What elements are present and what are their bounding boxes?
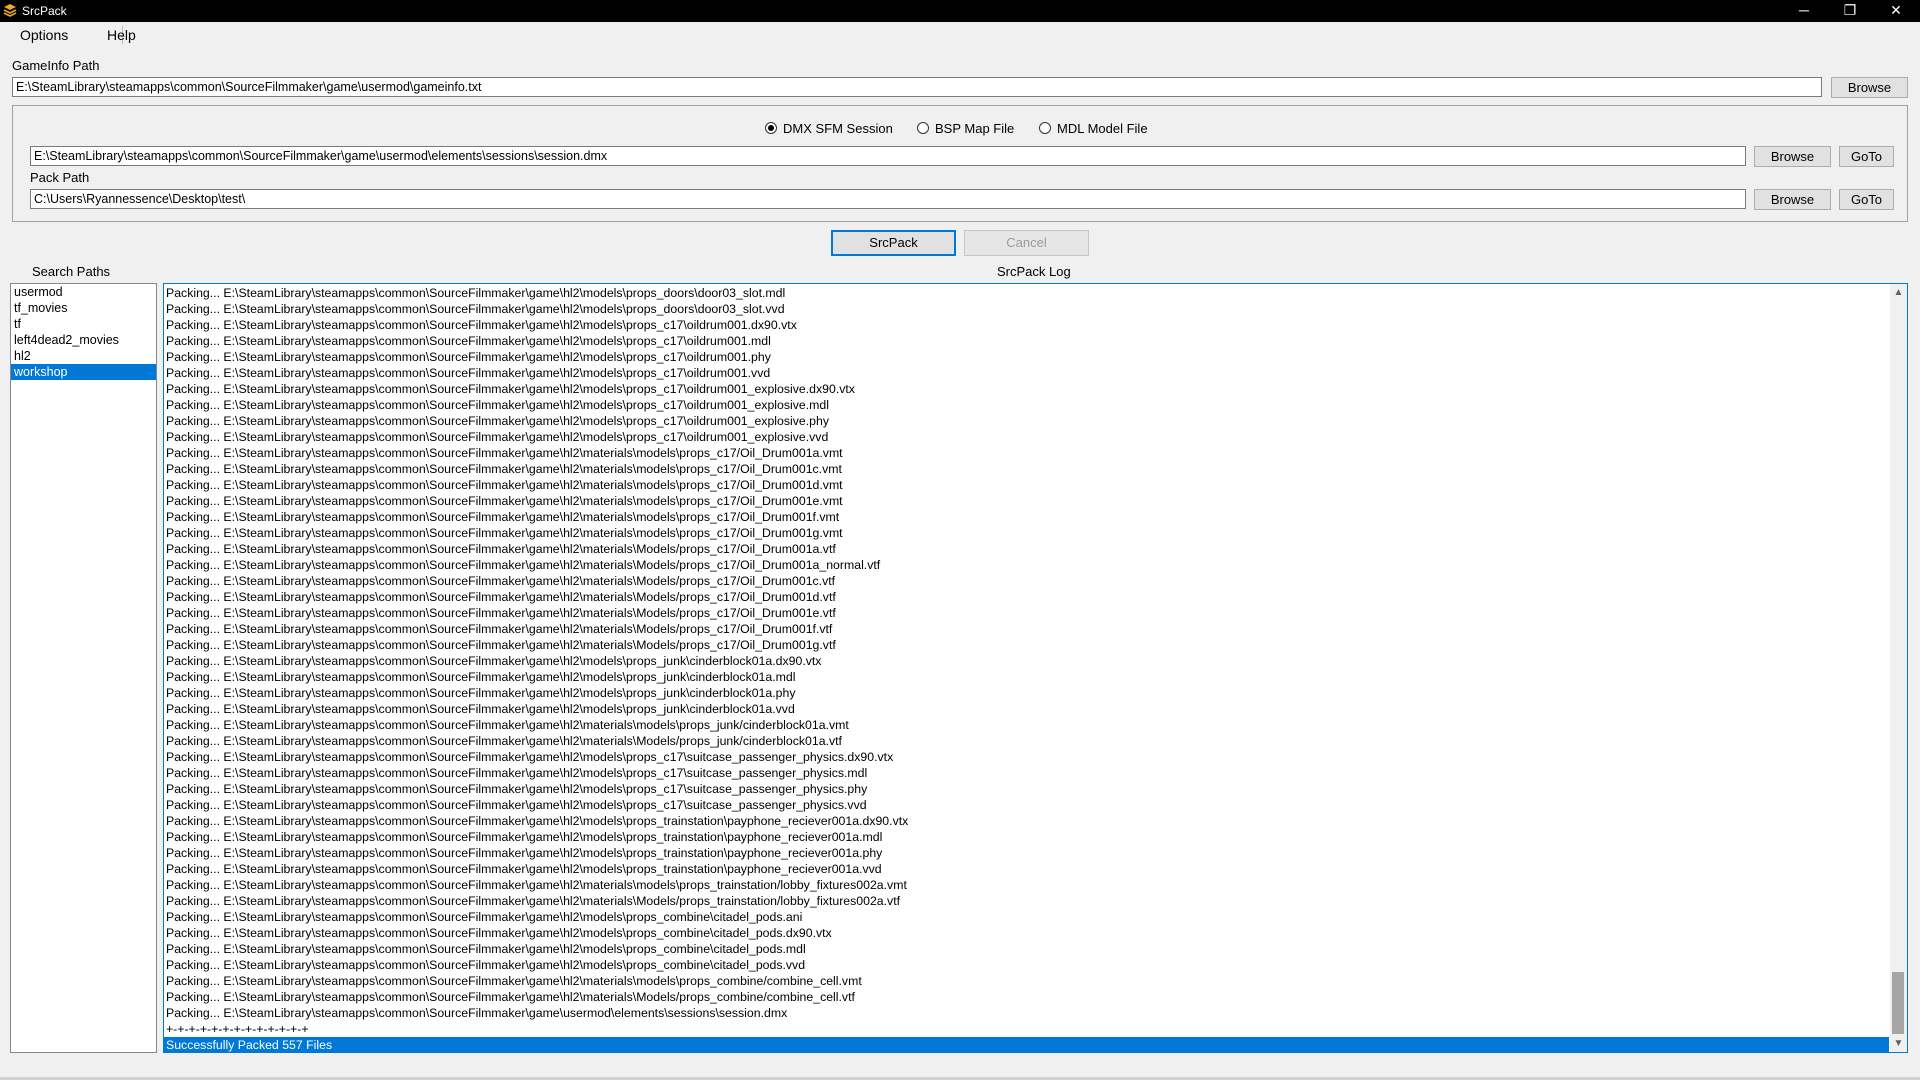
log-row[interactable]: Packing... E:\SteamLibrary\steamapps\com… (164, 893, 1889, 909)
radio-indicator (1039, 122, 1051, 134)
log-row[interactable]: Packing... E:\SteamLibrary\steamapps\com… (164, 957, 1889, 973)
radio-label: DMX SFM Session (783, 121, 893, 136)
log-row[interactable]: Packing... E:\SteamLibrary\steamapps\com… (164, 733, 1889, 749)
log-row[interactable]: Packing... E:\SteamLibrary\steamapps\com… (164, 461, 1889, 477)
cancel-button[interactable]: Cancel (964, 230, 1089, 256)
log-row[interactable]: Packing... E:\SteamLibrary\steamapps\com… (164, 285, 1889, 301)
log-row[interactable]: Packing... E:\SteamLibrary\steamapps\com… (164, 813, 1889, 829)
log-row[interactable]: Packing... E:\SteamLibrary\steamapps\com… (164, 621, 1889, 637)
search-paths-label: Search Paths (32, 264, 111, 279)
pack-path-field[interactable]: C:\Users\Ryannessence\Desktop\test\ (30, 189, 1746, 209)
log-row[interactable]: Packing... E:\SteamLibrary\steamapps\com… (164, 717, 1889, 733)
log-row[interactable]: Packing... E:\SteamLibrary\steamapps\com… (164, 413, 1889, 429)
log-row[interactable]: Packing... E:\SteamLibrary\steamapps\com… (164, 605, 1889, 621)
log-row[interactable]: Packing... E:\SteamLibrary\steamapps\com… (164, 685, 1889, 701)
log-row[interactable]: Packing... E:\SteamLibrary\steamapps\com… (164, 397, 1889, 413)
log-row[interactable]: Packing... E:\SteamLibrary\steamapps\com… (164, 861, 1889, 877)
log-row[interactable]: Packing... E:\SteamLibrary\steamapps\com… (164, 1005, 1889, 1021)
gameinfo-browse-button[interactable]: Browse (1831, 77, 1908, 98)
pack-path-label: Pack Path (30, 170, 90, 185)
window-title: SrcPack (22, 4, 67, 18)
gameinfo-path-field[interactable]: E:\SteamLibrary\steamapps\common\SourceF… (12, 77, 1822, 97)
log-row[interactable]: Packing... E:\SteamLibrary\steamapps\com… (164, 781, 1889, 797)
log-row[interactable]: Packing... E:\SteamLibrary\steamapps\com… (164, 701, 1889, 717)
log-row[interactable]: Packing... E:\SteamLibrary\steamapps\com… (164, 429, 1889, 445)
radio-indicator (917, 122, 929, 134)
log-row[interactable]: Packing... E:\SteamLibrary\steamapps\com… (164, 877, 1889, 893)
log-row[interactable]: Packing... E:\SteamLibrary\steamapps\com… (164, 557, 1889, 573)
search-paths-list[interactable]: usermod tf_movies tf left4dead2_movies h… (10, 283, 157, 1053)
log-row[interactable]: Packing... E:\SteamLibrary\steamapps\com… (164, 525, 1889, 541)
log-row[interactable]: Packing... E:\SteamLibrary\steamapps\com… (164, 573, 1889, 589)
log-row[interactable]: Packing... E:\SteamLibrary\steamapps\com… (164, 637, 1889, 653)
scroll-thumb[interactable] (1892, 972, 1904, 1034)
log-row[interactable]: Packing... E:\SteamLibrary\steamapps\com… (164, 317, 1889, 333)
list-item[interactable]: usermod (11, 284, 156, 300)
log-row[interactable]: Packing... E:\SteamLibrary\steamapps\com… (164, 509, 1889, 525)
log-scrollbar[interactable]: ▲ ▼ (1890, 284, 1907, 1052)
title-bar: SrcPack ─ ❐ ✕ (0, 0, 1920, 22)
log-row[interactable]: Packing... E:\SteamLibrary\steamapps\com… (164, 445, 1889, 461)
srcpack-stack-icon (3, 4, 17, 17)
log-row[interactable]: Packing... E:\SteamLibrary\steamapps\com… (164, 797, 1889, 813)
log-row[interactable]: Packing... E:\SteamLibrary\steamapps\com… (164, 365, 1889, 381)
log-row[interactable]: Packing... E:\SteamLibrary\steamapps\com… (164, 973, 1889, 989)
log-row[interactable]: +-+-+-+-+-+-+-+-+-+-+-+-+ (164, 1021, 1889, 1037)
log-row-selected[interactable]: Successfully Packed 557 Files (164, 1037, 1889, 1052)
radio-indicator-checked (765, 122, 777, 134)
list-item[interactable]: tf_movies (11, 300, 156, 316)
menu-help[interactable]: Help (107, 27, 136, 43)
list-item[interactable]: hl2 (11, 348, 156, 364)
log-row[interactable]: Packing... E:\SteamLibrary\steamapps\com… (164, 541, 1889, 557)
log-row[interactable]: Packing... E:\SteamLibrary\steamapps\com… (164, 765, 1889, 781)
menu-options[interactable]: Options (20, 27, 68, 43)
srcpack-log-list[interactable]: Packing... E:\SteamLibrary\steamapps\com… (163, 283, 1908, 1053)
list-item-selected[interactable]: workshop (11, 364, 156, 380)
minimize-button[interactable]: ─ (1781, 0, 1827, 22)
srcpack-button[interactable]: SrcPack (831, 230, 956, 256)
restore-button[interactable]: ❐ (1827, 0, 1873, 22)
log-lines: Packing... E:\SteamLibrary\steamapps\com… (164, 285, 1889, 1052)
log-row[interactable]: Packing... E:\SteamLibrary\steamapps\com… (164, 941, 1889, 957)
pack-browse-button[interactable]: Browse (1754, 189, 1831, 210)
radio-label: BSP Map File (935, 121, 1015, 136)
log-row[interactable]: Packing... E:\SteamLibrary\steamapps\com… (164, 589, 1889, 605)
log-row[interactable]: Packing... E:\SteamLibrary\steamapps\com… (164, 349, 1889, 365)
list-item[interactable]: tf (11, 316, 156, 332)
log-row[interactable]: Packing... E:\SteamLibrary\steamapps\com… (164, 653, 1889, 669)
gameinfo-path-label: GameInfo Path (12, 58, 100, 73)
log-row[interactable]: Packing... E:\SteamLibrary\steamapps\com… (164, 749, 1889, 765)
log-row[interactable]: Packing... E:\SteamLibrary\steamapps\com… (164, 909, 1889, 925)
log-row[interactable]: Packing... E:\SteamLibrary\steamapps\com… (164, 333, 1889, 349)
log-row[interactable]: Packing... E:\SteamLibrary\steamapps\com… (164, 669, 1889, 685)
log-row[interactable]: Packing... E:\SteamLibrary\steamapps\com… (164, 493, 1889, 509)
log-row[interactable]: Packing... E:\SteamLibrary\steamapps\com… (164, 477, 1889, 493)
pack-goto-button[interactable]: GoTo (1839, 189, 1894, 210)
log-row[interactable]: Packing... E:\SteamLibrary\steamapps\com… (164, 989, 1889, 1005)
radio-label: MDL Model File (1057, 121, 1148, 136)
log-row[interactable]: Packing... E:\SteamLibrary\steamapps\com… (164, 829, 1889, 845)
chevron-down-icon[interactable]: ▼ (1890, 1035, 1907, 1052)
menu-bar: Options Help (0, 22, 1920, 48)
log-row[interactable]: Packing... E:\SteamLibrary\steamapps\com… (164, 925, 1889, 941)
source-browse-button[interactable]: Browse (1754, 146, 1831, 167)
list-item[interactable]: left4dead2_movies (11, 332, 156, 348)
close-button[interactable]: ✕ (1873, 0, 1919, 22)
source-path-field[interactable]: E:\SteamLibrary\steamapps\common\SourceF… (30, 146, 1746, 166)
log-row[interactable]: Packing... E:\SteamLibrary\steamapps\com… (164, 845, 1889, 861)
srcpack-log-label: SrcPack Log (997, 264, 1071, 279)
log-row[interactable]: Packing... E:\SteamLibrary\steamapps\com… (164, 381, 1889, 397)
chevron-up-icon[interactable]: ▲ (1890, 284, 1907, 301)
source-goto-button[interactable]: GoTo (1839, 146, 1894, 167)
log-row[interactable]: Packing... E:\SteamLibrary\steamapps\com… (164, 301, 1889, 317)
